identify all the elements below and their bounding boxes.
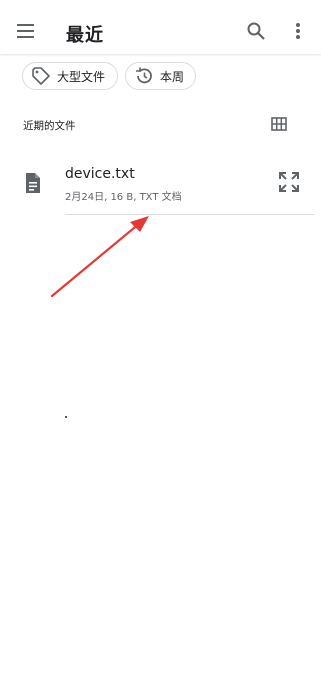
chip-large-files[interactable]: 大型文件 [22,62,118,90]
page-title: 最近 [66,25,104,46]
search-icon[interactable] [240,15,272,47]
chip-this-week[interactable]: 本周 [125,62,196,90]
chip-label: 大型文件 [57,69,106,84]
more-vert-icon[interactable] [282,15,314,47]
section-title: 近期的文件 [23,120,76,132]
tag-icon [31,66,51,86]
app-bar: 最近 [0,0,321,54]
document-icon [24,172,42,194]
file-meta: 2月24日, 16 B, TXT 文档 [65,192,182,203]
file-row[interactable]: device.txt 2月24日, 16 B, TXT 文档 [0,158,321,216]
row-divider [65,214,314,215]
annotation-arrow [50,216,149,298]
expand-icon[interactable] [277,170,301,194]
chip-label: 本周 [160,69,185,84]
grid-view-icon[interactable] [268,113,290,135]
file-name: device.txt [65,166,135,182]
history-icon [134,66,154,86]
speck [65,416,67,418]
menu-icon[interactable] [10,15,42,47]
